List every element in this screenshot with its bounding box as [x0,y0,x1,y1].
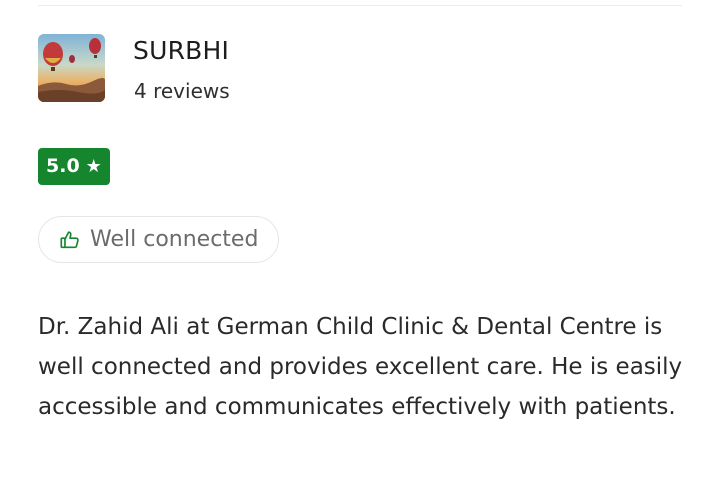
rating-score: 5.0 [46,155,80,177]
review-card: SURBHI 4 reviews 5.0 ★ Well connected Dr… [0,0,720,483]
divider [38,5,682,6]
avatar [38,34,105,102]
thumbs-up-icon [59,229,81,251]
tag-chip-well-connected[interactable]: Well connected [38,216,280,263]
reviewer-name: SURBHI [133,36,230,65]
star-icon: ★ [85,155,102,177]
review-text: Dr. Zahid Ali at German Child Clinic & D… [38,314,683,420]
tag-label: Well connected [90,227,259,252]
rating-badge: 5.0 ★ [38,148,110,185]
review-count: 4 reviews [134,79,230,103]
